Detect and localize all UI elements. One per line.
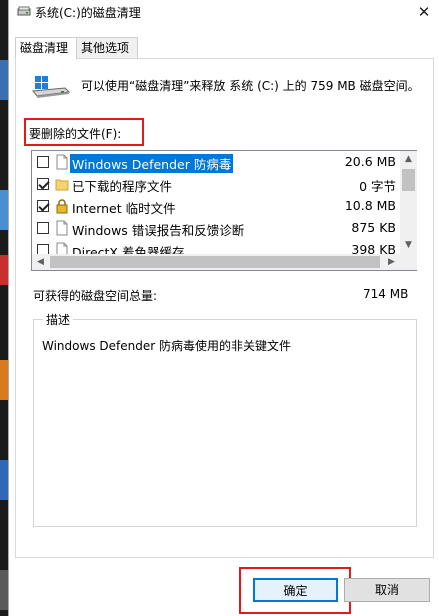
header-description: 可以使用“磁盘清理”来释放 系统 (C:) 上的 759 MB 磁盘空间。	[81, 79, 420, 93]
files-to-delete-label: 要删除的文件(F):	[29, 127, 122, 141]
folder-icon	[55, 179, 69, 191]
checkbox[interactable]	[37, 178, 49, 190]
list-item[interactable]: DirectX 着色器缓存 398 KB	[32, 239, 400, 254]
file-size: 20.6 MB	[344, 154, 396, 169]
scroll-thumb[interactable]	[402, 169, 415, 191]
file-icon	[56, 154, 68, 170]
description-title: 描述	[43, 311, 74, 328]
files-list[interactable]: Windows Defender 防病毒 20.6 MB 已下载的程序文件 0 …	[31, 150, 417, 271]
scroll-left-icon[interactable]: ◀	[32, 254, 49, 270]
list-item[interactable]: 已下载的程序文件 0 字节	[32, 173, 400, 195]
file-icon	[56, 220, 68, 236]
total-space-label: 可获得的磁盘空间总量:	[33, 289, 158, 303]
list-item[interactable]: Windows Defender 防病毒 20.6 MB	[32, 151, 400, 173]
file-size: 10.8 MB	[344, 198, 396, 213]
drive-icon	[17, 6, 31, 16]
desktop-icon-fragment	[0, 460, 8, 500]
scroll-thumb[interactable]	[50, 256, 380, 268]
scroll-right-icon[interactable]: ▶	[383, 254, 400, 270]
file-name: DirectX 着色器缓存	[72, 245, 185, 254]
desktop-icon-fragment	[0, 360, 8, 400]
checkbox[interactable]	[37, 244, 49, 254]
list-item[interactable]: Internet 临时文件 10.8 MB	[32, 195, 400, 217]
tab-more-options[interactable]: 其他选项	[76, 37, 138, 59]
checkbox[interactable]	[37, 156, 49, 168]
file-size: 0 字节	[359, 179, 396, 194]
list-item[interactable]: Windows 错误报告和反馈诊断 875 KB	[32, 217, 400, 239]
file-size: 398 KB	[351, 242, 396, 254]
scrollbar-corner	[400, 254, 417, 270]
desktop-icon-fragment	[0, 255, 8, 285]
checkbox[interactable]	[37, 200, 49, 212]
total-space-value: 714 MB	[363, 287, 409, 301]
desktop-icon-fragment	[0, 570, 8, 610]
desktop-background-strip	[0, 0, 8, 616]
vertical-scrollbar[interactable]: ▲ ▼	[400, 151, 417, 254]
file-name: Windows 错误报告和反馈诊断	[72, 223, 245, 238]
description-text: Windows Defender 防病毒使用的非关键文件	[42, 339, 291, 353]
desktop-icon-fragment	[0, 60, 8, 100]
lock-icon	[56, 199, 68, 214]
scroll-up-icon[interactable]: ▲	[400, 151, 417, 168]
file-icon	[56, 242, 68, 254]
file-name: Windows Defender 防病毒	[70, 154, 234, 173]
ok-button[interactable]: 确定	[253, 578, 338, 602]
disk-cleanup-dialog: 系统(C:)的磁盘清理 ✕ 磁盘清理 其他选项 可以使用“磁盘清理”来释放 系统…	[8, 0, 439, 616]
title-bar[interactable]: 系统(C:)的磁盘清理 ✕	[9, 0, 439, 24]
window-title: 系统(C:)的磁盘清理	[35, 6, 141, 20]
disk-cleanup-icon	[32, 76, 71, 98]
file-name: 已下载的程序文件	[72, 179, 173, 194]
close-button[interactable]: ✕	[414, 2, 434, 22]
file-name: Internet 临时文件	[72, 201, 176, 216]
cancel-button[interactable]: 取消	[344, 578, 430, 602]
file-size: 875 KB	[351, 220, 396, 235]
horizontal-scrollbar[interactable]: ◀ ▶	[32, 254, 417, 270]
desktop-icon-fragment	[0, 190, 8, 230]
tab-disk-cleanup[interactable]: 磁盘清理	[15, 37, 77, 60]
scroll-down-icon[interactable]: ▼	[400, 237, 417, 254]
checkbox[interactable]	[37, 222, 49, 234]
